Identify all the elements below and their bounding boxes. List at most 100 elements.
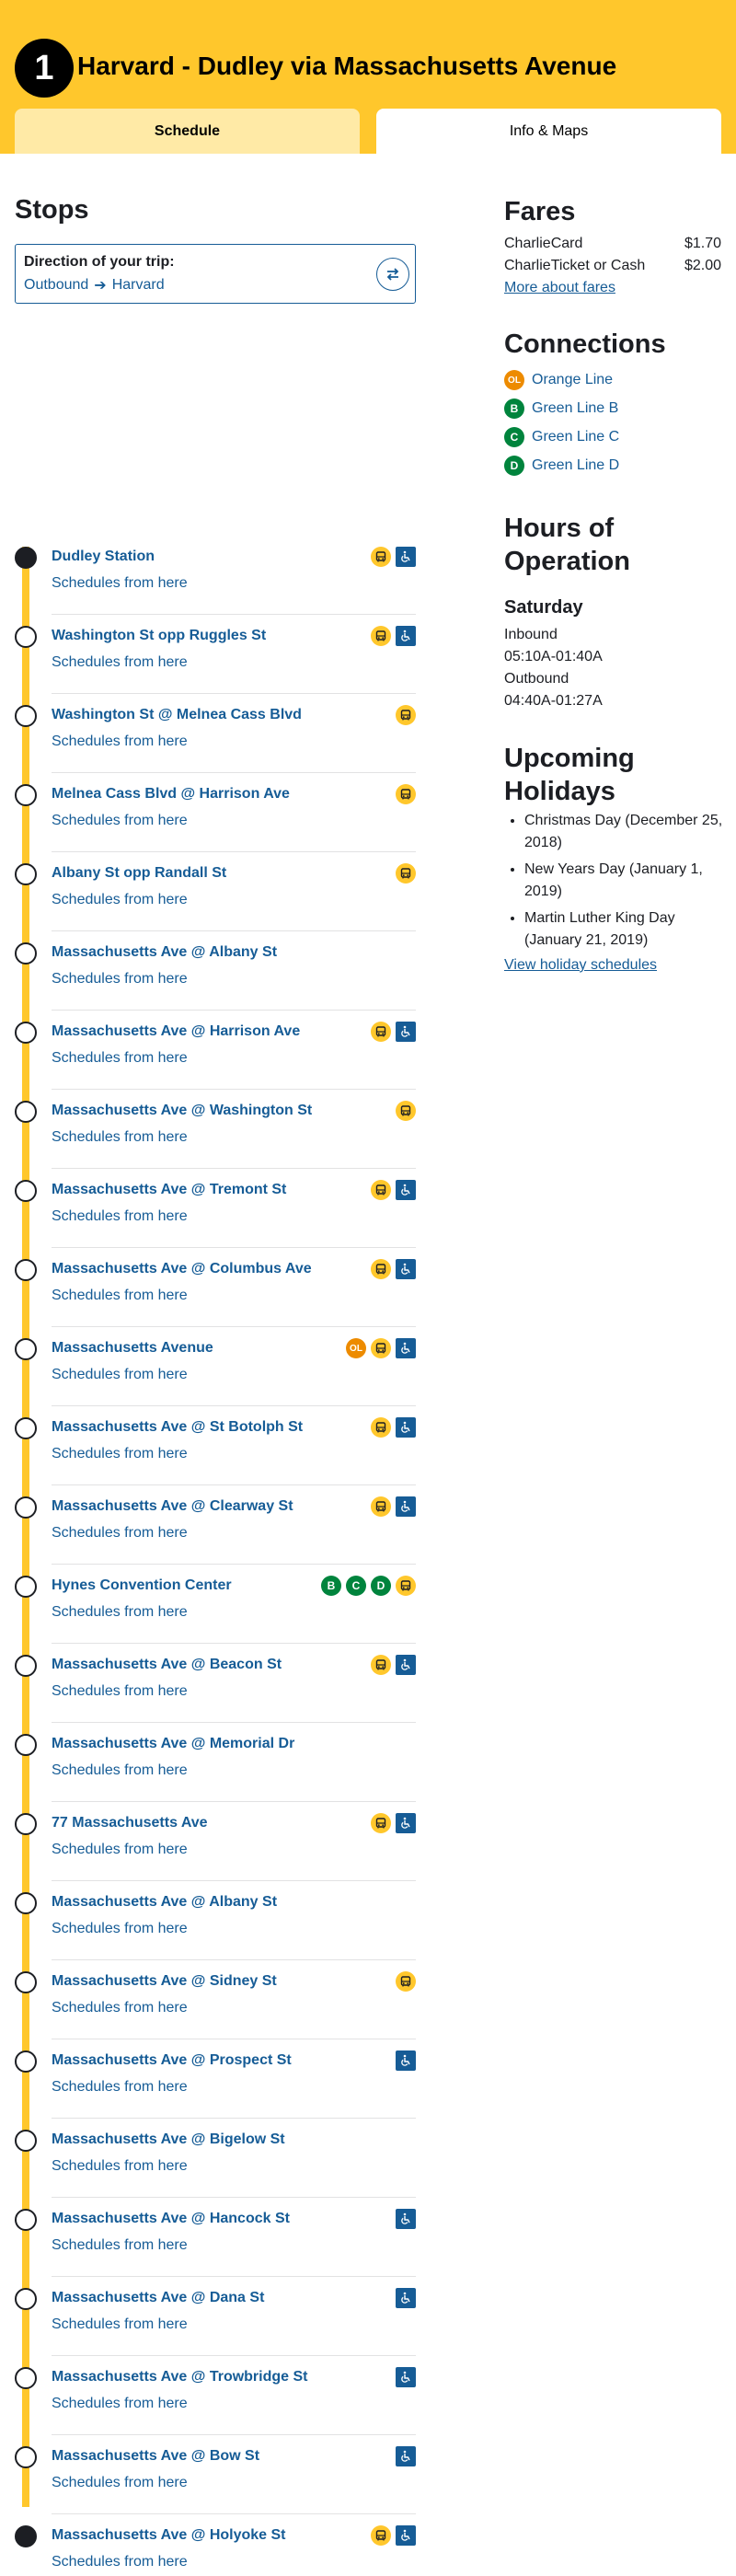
stop-name-link[interactable]: Massachusetts Ave @ Trowbridge St — [52, 2369, 308, 2385]
stop-item[interactable]: Massachusetts Ave @ St Botolph St Schedul… — [0, 1406, 416, 1485]
swap-direction-icon[interactable] — [376, 258, 409, 291]
stop-name-link[interactable]: Massachusetts Ave @ Harrison Ave — [52, 1023, 300, 1040]
stop-item[interactable]: Washington St @ Melnea Cass Blvd Schedule… — [0, 694, 416, 773]
schedules-from-here-link[interactable]: Schedules from here — [52, 2554, 188, 2570]
stop-name-link[interactable]: Massachusetts Avenue — [52, 1340, 213, 1357]
tab-schedule[interactable]: Schedule — [15, 109, 360, 154]
stop-name-link[interactable]: Massachusetts Ave @ Prospect St — [52, 2052, 292, 2069]
stop-item[interactable]: Massachusetts Ave @ Tremont St Schedules … — [0, 1169, 416, 1248]
more-about-fares-link[interactable]: More about fares — [504, 280, 615, 296]
stop-marker — [15, 2050, 37, 2073]
fare-row: CharlieCard $1.70 — [504, 236, 721, 252]
stop-name-link[interactable]: Dudley Station — [52, 549, 155, 565]
stop-item[interactable]: Massachusetts Ave @ Hancock St Schedules … — [0, 2198, 416, 2277]
schedules-from-here-link[interactable]: Schedules from here — [52, 1050, 188, 1067]
schedules-from-here-link[interactable]: Schedules from here — [52, 1525, 188, 1542]
stop-item[interactable]: Massachusetts Ave @ Holyoke St Schedules … — [0, 2514, 416, 2576]
stop-name-link[interactable]: Massachusetts Ave @ St Botolph St — [52, 1419, 303, 1436]
stop-marker — [15, 1576, 37, 1598]
stop-item[interactable]: Massachusetts Avenue Schedules from here O… — [0, 1327, 416, 1406]
direction-to: Harvard — [111, 277, 165, 293]
stop-name-link[interactable]: Massachusetts Ave @ Dana St — [52, 2290, 264, 2306]
schedules-from-here-link[interactable]: Schedules from here — [52, 1842, 188, 1858]
stop-item[interactable]: Massachusetts Ave @ Albany St Schedules f… — [0, 1881, 416, 1960]
accessible-icon — [396, 1022, 416, 1042]
schedules-from-here-link[interactable]: Schedules from here — [52, 654, 188, 671]
tab-info-maps[interactable]: Info & Maps — [376, 109, 721, 154]
connection-green-line-c[interactable]: C Green Line C — [504, 427, 619, 447]
stop-item[interactable]: Melnea Cass Blvd @ Harrison Ave Schedules… — [0, 773, 416, 852]
stop-item[interactable]: Massachusetts Ave @ Harrison Ave Schedule… — [0, 1011, 416, 1090]
stop-item[interactable]: Massachusetts Ave @ Dana St Schedules fro… — [0, 2277, 416, 2356]
schedules-from-here-link[interactable]: Schedules from here — [52, 2079, 188, 2096]
schedules-from-here-link[interactable]: Schedules from here — [52, 1208, 188, 1225]
schedules-from-here-link[interactable]: Schedules from here — [52, 734, 188, 750]
holiday-list: Christmas Day (December 25, 2018) New Ye… — [524, 810, 727, 956]
schedules-from-here-link[interactable]: Schedules from here — [52, 1683, 188, 1700]
schedules-from-here-link[interactable]: Schedules from here — [52, 1446, 188, 1462]
schedules-from-here-link[interactable]: Schedules from here — [52, 2158, 188, 2175]
schedules-from-here-link[interactable]: Schedules from here — [52, 1129, 188, 1146]
stop-item[interactable]: Dudley Station Schedules from here — [0, 536, 416, 615]
stop-name-link[interactable]: Massachusetts Ave @ Beacon St — [52, 1657, 282, 1673]
stop-item[interactable]: Massachusetts Ave @ Columbus Ave Schedule… — [0, 1248, 416, 1327]
stop-item[interactable]: Massachusetts Ave @ Bigelow St Schedules … — [0, 2119, 416, 2198]
stop-name-link[interactable]: Massachusetts Ave @ Bigelow St — [52, 2131, 285, 2148]
stop-item[interactable]: Albany St opp Randall St Schedules from h… — [0, 852, 416, 931]
schedules-from-here-link[interactable]: Schedules from here — [52, 892, 188, 908]
schedules-from-here-link[interactable]: Schedules from here — [52, 575, 188, 592]
connection-orange-line[interactable]: OL Orange Line — [504, 370, 613, 390]
schedules-from-here-link[interactable]: Schedules from here — [52, 2000, 188, 2016]
stop-item[interactable]: 77 Massachusetts Ave Schedules from here — [0, 1802, 416, 1881]
stop-name-link[interactable]: Massachusetts Ave @ Albany St — [52, 1894, 277, 1911]
stop-name-link[interactable]: Massachusetts Ave @ Clearway St — [52, 1498, 293, 1515]
direction-selector[interactable]: Direction of your trip: Outbound ➔ Harva… — [15, 244, 416, 304]
stop-name-link[interactable]: Massachusetts Ave @ Memorial Dr — [52, 1736, 294, 1752]
stop-item[interactable]: Massachusetts Ave @ Memorial Dr Schedules… — [0, 1723, 416, 1802]
schedules-from-here-link[interactable]: Schedules from here — [52, 1367, 188, 1383]
stop-name-link[interactable]: Massachusetts Ave @ Albany St — [52, 944, 277, 961]
stop-name-link[interactable]: Massachusetts Ave @ Columbus Ave — [52, 1261, 312, 1277]
schedules-from-here-link[interactable]: Schedules from here — [52, 2475, 188, 2491]
stop-name-link[interactable]: Washington St @ Melnea Cass Blvd — [52, 707, 302, 723]
fare-label: CharlieCard — [504, 236, 583, 251]
stop-name-link[interactable]: Massachusetts Ave @ Sidney St — [52, 1973, 277, 1990]
connection-green-line-d[interactable]: D Green Line D — [504, 456, 619, 476]
inbound-time: 05:10A-01:40A — [504, 649, 603, 664]
stop-name-link[interactable]: Massachusetts Ave @ Bow St — [52, 2448, 259, 2465]
schedules-from-here-link[interactable]: Schedules from here — [52, 2237, 188, 2254]
schedules-from-here-link[interactable]: Schedules from here — [52, 1762, 188, 1779]
stop-features: BCD — [321, 1576, 416, 1596]
stop-item[interactable]: Massachusetts Ave @ Albany St Schedules f… — [0, 931, 416, 1011]
schedules-from-here-link[interactable]: Schedules from here — [52, 1288, 188, 1304]
connection-green-line-b[interactable]: B Green Line B — [504, 399, 618, 419]
stop-item[interactable]: Massachusetts Ave @ Prospect St Schedules… — [0, 2039, 416, 2119]
schedules-from-here-link[interactable]: Schedules from here — [52, 2316, 188, 2333]
inbound-label: Inbound — [504, 627, 558, 642]
stop-item[interactable]: Massachusetts Ave @ Trowbridge St Schedul… — [0, 2356, 416, 2435]
stop-name-link[interactable]: Hynes Convention Center — [52, 1577, 232, 1594]
stop-item[interactable]: Massachusetts Ave @ Clearway St Schedules… — [0, 1485, 416, 1565]
stop-name-link[interactable]: Massachusetts Ave @ Tremont St — [52, 1182, 286, 1198]
stop-name-link[interactable]: Washington St opp Ruggles St — [52, 628, 266, 644]
stop-name-link[interactable]: Massachusetts Ave @ Hancock St — [52, 2211, 290, 2227]
stop-item[interactable]: Hynes Convention Center Schedules from he… — [0, 1565, 416, 1644]
stop-features — [396, 2209, 416, 2229]
stop-item[interactable]: Washington St opp Ruggles St Schedules fr… — [0, 615, 416, 694]
stops-heading: Stops — [15, 195, 89, 225]
stop-name-link[interactable]: 77 Massachusetts Ave — [52, 1815, 208, 1831]
view-holiday-schedules-link[interactable]: View holiday schedules — [504, 957, 657, 974]
schedules-from-here-link[interactable]: Schedules from here — [52, 971, 188, 988]
stop-name-link[interactable]: Massachusetts Ave @ Washington St — [52, 1103, 312, 1119]
schedules-from-here-link[interactable]: Schedules from here — [52, 1921, 188, 1937]
schedules-from-here-link[interactable]: Schedules from here — [52, 813, 188, 829]
schedules-from-here-link[interactable]: Schedules from here — [52, 1604, 188, 1621]
stop-item[interactable]: Massachusetts Ave @ Sidney St Schedules f… — [0, 1960, 416, 2039]
schedules-from-here-link[interactable]: Schedules from here — [52, 2396, 188, 2412]
stop-name-link[interactable]: Albany St opp Randall St — [52, 865, 226, 882]
stop-name-link[interactable]: Melnea Cass Blvd @ Harrison Ave — [52, 786, 290, 803]
stop-name-link[interactable]: Massachusetts Ave @ Holyoke St — [52, 2527, 286, 2544]
stop-item[interactable]: Massachusetts Ave @ Beacon St Schedules f… — [0, 1644, 416, 1723]
stop-item[interactable]: Massachusetts Ave @ Bow St Schedules from… — [0, 2435, 416, 2514]
stop-item[interactable]: Massachusetts Ave @ Washington St Schedul… — [0, 1090, 416, 1169]
